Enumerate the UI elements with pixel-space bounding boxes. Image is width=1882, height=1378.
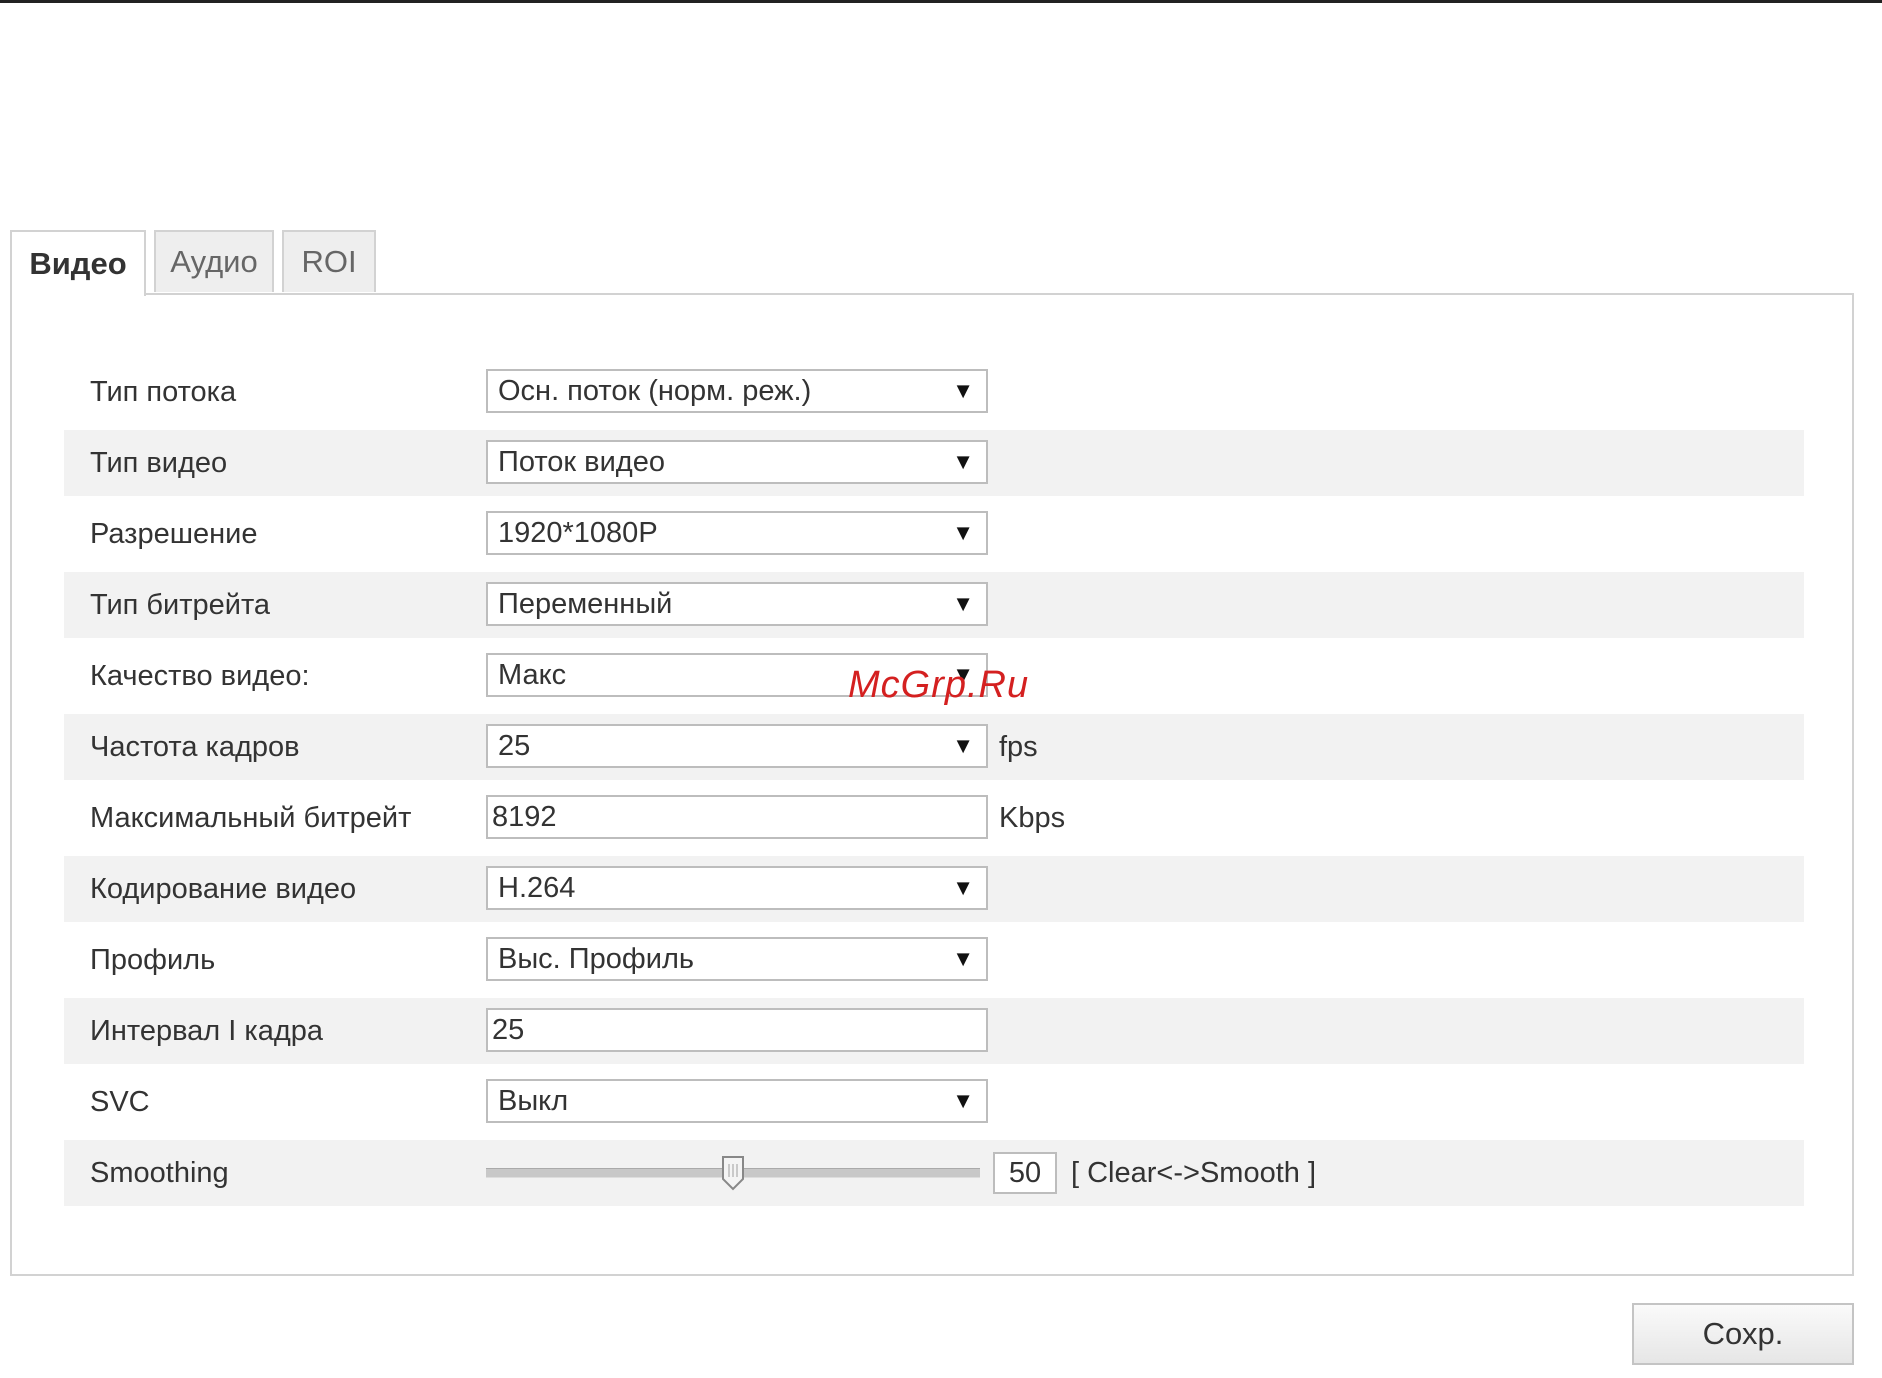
row-i-frame-interval: Интервал I кадра 25 (64, 998, 1804, 1064)
row-frame-rate: Частота кадров 25 ▼ fps (64, 714, 1804, 780)
svc-label: SVC (90, 1086, 150, 1118)
smoothing-value-field[interactable]: 50 (993, 1152, 1057, 1194)
bitrate-type-value: Переменный (498, 588, 673, 620)
svc-value: Выкл (498, 1085, 569, 1117)
chevron-down-icon: ▼ (952, 591, 974, 616)
video-type-label: Тип видео (90, 447, 228, 479)
max-bitrate-unit: Kbps (999, 802, 1066, 834)
video-encoding-select[interactable]: H.264 ▼ (486, 866, 988, 910)
row-max-bitrate: Максимальный битрейт 8192 Kbps (64, 785, 1804, 851)
frame-rate-label: Частота кадров (90, 731, 300, 763)
video-type-value: Поток видео (498, 446, 665, 478)
video-encoding-value: H.264 (498, 872, 576, 904)
i-frame-interval-label: Интервал I кадра (90, 1015, 324, 1047)
video-encoding-label: Кодирование видео (90, 873, 357, 905)
row-resolution: Разрешение 1920*1080P ▼ (64, 501, 1804, 567)
chevron-down-icon: ▼ (952, 875, 974, 900)
video-quality-value: Макс (498, 659, 567, 691)
chevron-down-icon: ▼ (952, 733, 974, 758)
i-frame-interval-value: 25 (492, 1014, 525, 1046)
svc-select[interactable]: Выкл ▼ (486, 1079, 988, 1123)
watermark-text: McGrp.Ru (848, 664, 1030, 706)
profile-select[interactable]: Выс. Профиль ▼ (486, 937, 988, 981)
row-video-type: Тип видео Поток видео ▼ (64, 430, 1804, 496)
row-bitrate-type: Тип битрейта Переменный ▼ (64, 572, 1804, 638)
row-stream-type: Тип потока Осн. поток (норм. реж.) ▼ (64, 359, 1804, 425)
chevron-down-icon: ▼ (952, 946, 974, 971)
max-bitrate-label: Максимальный битрейт (90, 802, 412, 834)
i-frame-interval-input[interactable]: 25 (486, 1008, 988, 1052)
chevron-down-icon: ▼ (952, 1088, 974, 1113)
save-button[interactable]: Сохр. (1632, 1303, 1854, 1365)
chevron-down-icon: ▼ (952, 449, 974, 474)
stream-type-value: Осн. поток (норм. реж.) (498, 375, 812, 407)
top-divider (0, 0, 1882, 3)
video-settings-panel: Тип потока Осн. поток (норм. реж.) ▼ Тип… (10, 293, 1854, 1276)
tab-roi[interactable]: ROI (282, 230, 376, 292)
video-quality-label: Качество видео: (90, 660, 310, 692)
chevron-down-icon: ▼ (952, 520, 974, 545)
tab-audio[interactable]: Аудио (154, 230, 274, 292)
resolution-value: 1920*1080P (498, 517, 658, 549)
max-bitrate-input[interactable]: 8192 (486, 795, 988, 839)
frame-rate-unit: fps (999, 731, 1038, 763)
profile-value: Выс. Профиль (498, 943, 694, 975)
bitrate-type-select[interactable]: Переменный ▼ (486, 582, 988, 626)
smoothing-hint: [ Clear<->Smooth ] (1071, 1157, 1316, 1189)
frame-rate-value: 25 (498, 730, 531, 762)
frame-rate-select[interactable]: 25 ▼ (486, 724, 988, 768)
smoothing-slider-handle[interactable] (721, 1155, 745, 1191)
stream-type-label: Тип потока (90, 376, 237, 408)
profile-label: Профиль (90, 944, 216, 976)
row-video-encoding: Кодирование видео H.264 ▼ (64, 856, 1804, 922)
chevron-down-icon: ▼ (952, 378, 974, 403)
video-type-select[interactable]: Поток видео ▼ (486, 440, 988, 484)
resolution-label: Разрешение (90, 518, 258, 550)
resolution-select[interactable]: 1920*1080P ▼ (486, 511, 988, 555)
slider-handle-icon (722, 1156, 744, 1191)
tab-video[interactable]: Видео (10, 230, 146, 296)
smoothing-label: Smoothing (90, 1157, 229, 1189)
stream-type-select[interactable]: Осн. поток (норм. реж.) ▼ (486, 369, 988, 413)
max-bitrate-value: 8192 (492, 801, 557, 833)
row-svc: SVC Выкл ▼ (64, 1069, 1804, 1135)
bitrate-type-label: Тип битрейта (90, 589, 271, 621)
row-profile: Профиль Выс. Профиль ▼ (64, 927, 1804, 993)
row-smoothing: Smoothing 50 [ Clear<->Smooth ] (64, 1140, 1804, 1206)
